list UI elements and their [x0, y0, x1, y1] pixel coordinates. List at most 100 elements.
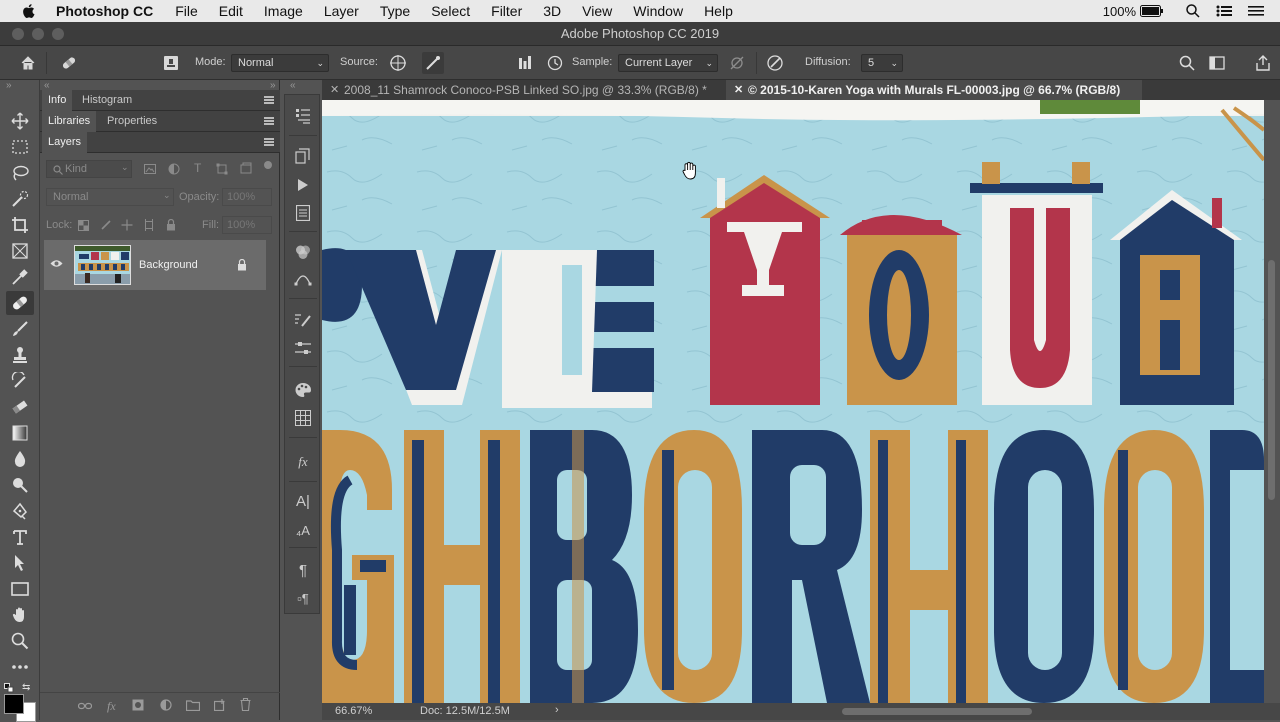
lock-artboard-icon[interactable]: [143, 219, 155, 231]
channels-panel-button[interactable]: [291, 241, 315, 263]
minimize-window-button[interactable]: [32, 28, 44, 40]
battery-icon[interactable]: [1140, 5, 1164, 17]
close-icon[interactable]: ✕: [734, 80, 743, 100]
workspace-icon[interactable]: [1206, 52, 1228, 74]
menu-view[interactable]: View: [582, 3, 612, 19]
sample-select[interactable]: Current Layer ⌄: [618, 54, 718, 72]
mode-select[interactable]: Normal ⌄: [231, 54, 329, 72]
menu-edit[interactable]: Edit: [219, 3, 243, 19]
zoom-tool[interactable]: [6, 629, 34, 653]
filter-adjustment-icon[interactable]: [168, 163, 180, 175]
tab-layers[interactable]: Layers: [42, 132, 88, 153]
history-panel-button[interactable]: [291, 145, 315, 167]
eraser-tool[interactable]: [6, 395, 34, 419]
paragraph-styles-panel-button[interactable]: ▫¶: [291, 587, 315, 609]
ignore-adjustment-layers-icon[interactable]: [726, 52, 748, 74]
brush-settings-icon[interactable]: [160, 52, 182, 74]
tab-info[interactable]: Info: [42, 90, 73, 111]
document-canvas[interactable]: [322, 100, 1264, 703]
pen-tool[interactable]: [6, 499, 34, 523]
vertical-scrollbar[interactable]: [1264, 100, 1280, 703]
menu-type[interactable]: Type: [380, 3, 410, 19]
new-layer-icon[interactable]: [214, 699, 226, 711]
more-tools[interactable]: [6, 655, 34, 679]
filter-pixel-icon[interactable]: [144, 164, 156, 174]
character-styles-panel-button[interactable]: ₄A: [291, 519, 315, 541]
diffusion-select[interactable]: 5 ⌄: [861, 54, 903, 72]
crop-tool[interactable]: [6, 213, 34, 237]
healing-brush-tool-preset-icon[interactable]: [58, 52, 80, 74]
scrollbar-thumb[interactable]: [1268, 260, 1275, 500]
zoom-level[interactable]: 66.67%: [335, 705, 372, 717]
collapse-arrows-icon[interactable]: »: [6, 80, 12, 91]
quick-selection-tool[interactable]: [6, 187, 34, 211]
paths-panel-button[interactable]: [291, 269, 315, 291]
horizontal-scrollbar-thumb[interactable]: [842, 708, 1032, 715]
menu-filter[interactable]: Filter: [491, 3, 522, 19]
document-tab-inactive[interactable]: ✕ 2008_11 Shamrock Conoco-PSB Linked SO.…: [322, 80, 726, 100]
menu-file[interactable]: File: [175, 3, 198, 19]
panel-menu-icon[interactable]: [264, 138, 274, 146]
home-icon[interactable]: [17, 52, 39, 74]
lasso-tool[interactable]: [6, 161, 34, 185]
share-icon[interactable]: [1252, 52, 1274, 74]
styles-panel-button[interactable]: fx: [291, 451, 315, 473]
filter-shape-icon[interactable]: [216, 163, 228, 175]
move-tool[interactable]: [6, 109, 34, 133]
tab-histogram[interactable]: Histogram: [76, 90, 138, 111]
blend-mode-select[interactable]: Normal ⌄: [46, 188, 174, 206]
frame-tool[interactable]: [6, 239, 34, 263]
lock-position-move-icon[interactable]: [121, 219, 133, 231]
eye-icon[interactable]: [50, 259, 63, 268]
add-mask-icon[interactable]: [132, 699, 144, 711]
spot-healing-brush-tool[interactable]: [6, 291, 34, 315]
notes-panel-button[interactable]: [291, 202, 315, 224]
rectangle-tool[interactable]: [6, 577, 34, 601]
aligned-icon[interactable]: [514, 52, 536, 74]
fx-icon[interactable]: fx: [107, 699, 116, 714]
swatches-panel-button[interactable]: [291, 379, 315, 401]
layer-row[interactable]: Background: [44, 240, 266, 290]
type-tool[interactable]: [6, 525, 34, 549]
clone-source-icon[interactable]: [544, 52, 566, 74]
menu-help[interactable]: Help: [704, 3, 733, 19]
character-panel-button[interactable]: A|: [291, 490, 315, 512]
brush-settings-panel-button[interactable]: [291, 337, 315, 359]
panel-menu-icon[interactable]: [264, 96, 274, 104]
menu-3d[interactable]: 3D: [543, 3, 561, 19]
source-pattern-icon[interactable]: [422, 52, 444, 74]
folder-icon[interactable]: [186, 699, 200, 711]
swap-colors-icon[interactable]: ⇆: [22, 682, 30, 693]
menu-image[interactable]: Image: [264, 3, 303, 19]
default-colors-icon[interactable]: [4, 683, 14, 693]
filter-toggle-icon[interactable]: [264, 161, 272, 169]
trash-icon[interactable]: [240, 698, 251, 711]
filter-type-icon[interactable]: T: [194, 161, 201, 175]
clone-stamp-tool[interactable]: [6, 343, 34, 367]
close-window-button[interactable]: [12, 28, 24, 40]
chevron-right-icon[interactable]: ›: [555, 704, 559, 716]
opacity-input[interactable]: 100%: [222, 188, 272, 206]
link-layers-icon[interactable]: [78, 701, 92, 711]
actions-panel-button[interactable]: [291, 174, 315, 196]
path-selection-tool[interactable]: [6, 551, 34, 575]
blur-tool[interactable]: [6, 447, 34, 471]
brushes-panel-button[interactable]: [291, 309, 315, 331]
hand-tool[interactable]: [6, 603, 34, 627]
menu-list-icon[interactable]: [1248, 5, 1264, 17]
zoom-window-button[interactable]: [52, 28, 64, 40]
pressure-size-icon[interactable]: [764, 52, 786, 74]
panel-menu-icon[interactable]: [264, 117, 274, 125]
foreground-color-swatch[interactable]: [4, 694, 24, 714]
filter-smart-object-icon[interactable]: [240, 162, 252, 174]
menu-select[interactable]: Select: [431, 3, 470, 19]
app-menu[interactable]: Photoshop CC: [56, 3, 153, 19]
adjustment-layer-icon[interactable]: [160, 699, 172, 711]
menu-window[interactable]: Window: [633, 3, 683, 19]
paragraph-panel-button[interactable]: ¶: [291, 559, 315, 581]
source-sampled-icon[interactable]: [387, 52, 409, 74]
close-icon[interactable]: ✕: [330, 80, 339, 100]
menu-layer[interactable]: Layer: [324, 3, 359, 19]
spotlight-icon[interactable]: [1186, 4, 1200, 18]
tab-properties[interactable]: Properties: [101, 111, 163, 132]
